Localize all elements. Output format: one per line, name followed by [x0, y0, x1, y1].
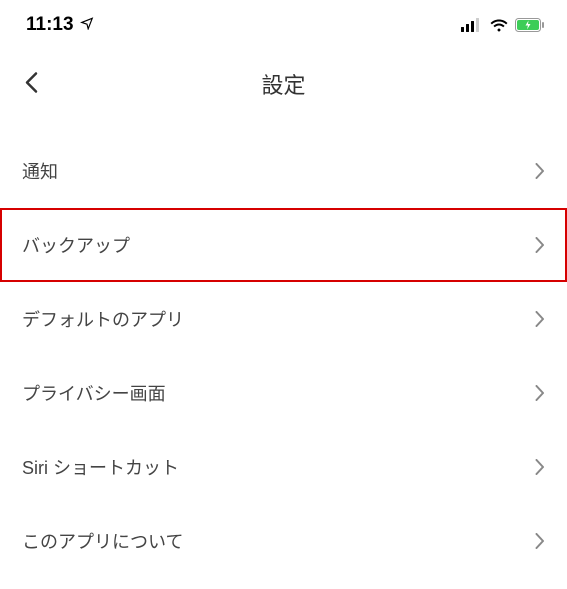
list-item-about[interactable]: このアプリについて: [0, 504, 567, 578]
chevron-right-icon: [535, 163, 545, 179]
chevron-right-icon: [535, 385, 545, 401]
location-icon: [80, 14, 94, 36]
chevron-right-icon: [535, 237, 545, 253]
chevron-right-icon: [535, 533, 545, 549]
chevron-left-icon: [24, 72, 38, 97]
signal-icon: [461, 18, 483, 32]
list-item-label: Siri ショートカット: [22, 454, 179, 480]
page-title: 設定: [261, 68, 305, 100]
back-button[interactable]: [16, 64, 46, 105]
status-bar: 11:13: [0, 0, 567, 44]
status-time: 11:13: [26, 14, 74, 36]
list-item-label: プライバシー画面: [22, 380, 166, 406]
settings-list: 通知 バックアップ デフォルトのアプリ プライバシー画面 Siri ショートカッ…: [0, 134, 567, 578]
wifi-icon: [489, 18, 509, 32]
status-left: 11:13: [26, 14, 94, 36]
list-item-siri[interactable]: Siri ショートカット: [0, 430, 567, 504]
list-item-backup[interactable]: バックアップ: [0, 208, 567, 282]
header: 設定: [0, 54, 567, 114]
list-item-label: このアプリについて: [22, 528, 183, 554]
battery-icon: [515, 18, 545, 32]
list-item-default-app[interactable]: デフォルトのアプリ: [0, 282, 567, 356]
status-right: [461, 18, 545, 32]
chevron-right-icon: [535, 311, 545, 327]
list-item-privacy[interactable]: プライバシー画面: [0, 356, 567, 430]
list-item-label: デフォルトのアプリ: [22, 306, 184, 332]
chevron-right-icon: [535, 459, 545, 475]
list-item-notifications[interactable]: 通知: [0, 134, 567, 208]
list-item-label: 通知: [22, 158, 58, 184]
list-item-label: バックアップ: [22, 232, 130, 258]
